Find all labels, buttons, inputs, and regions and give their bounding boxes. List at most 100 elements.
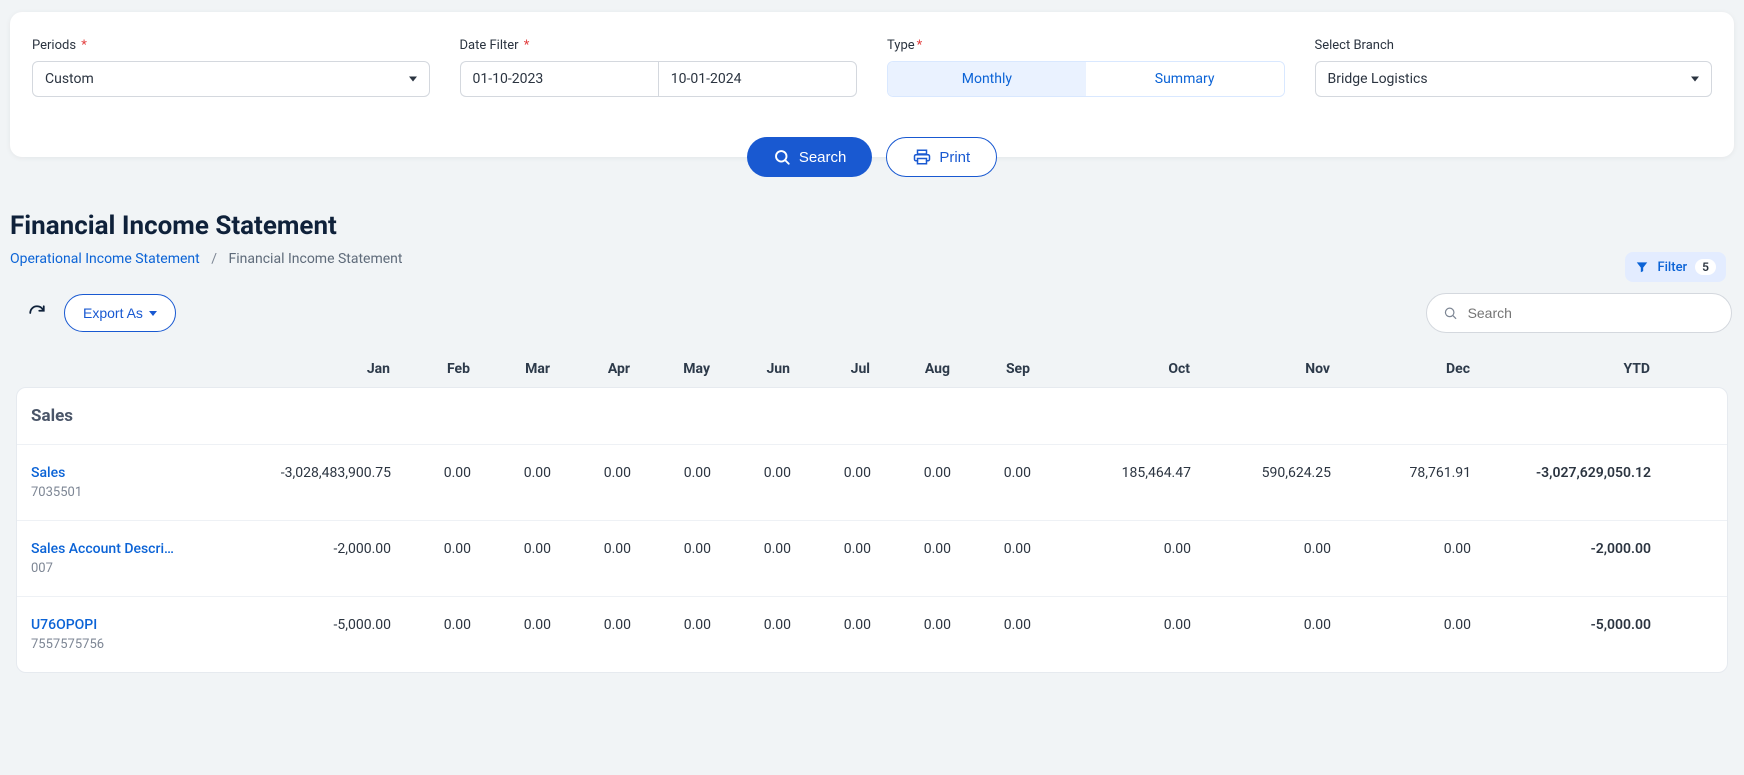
chevron-down-icon <box>409 77 417 82</box>
row-code: 7035501 <box>31 485 231 500</box>
cell-nov: 0.00 <box>1191 541 1331 557</box>
branch-select[interactable]: Bridge Logistics <box>1315 61 1713 97</box>
row-name-link[interactable]: Sales <box>31 465 231 481</box>
cell-mar: 0.00 <box>471 465 551 481</box>
cell-aug: 0.00 <box>871 541 951 557</box>
col-jun: Jun <box>710 361 790 377</box>
cell-mar: 0.00 <box>471 541 551 557</box>
funnel-icon <box>1635 260 1649 274</box>
cell-ytd: -2,000.00 <box>1471 541 1651 557</box>
required-marker: * <box>917 38 923 53</box>
cell-aug: 0.00 <box>871 617 951 633</box>
cell-oct: 0.00 <box>1031 541 1191 557</box>
date-to-input[interactable]: 10-01-2024 <box>658 61 857 97</box>
type-toggle: Monthly Summary <box>887 61 1285 97</box>
type-label: Type* <box>887 38 1285 53</box>
toolbar: Export As <box>0 267 1744 333</box>
cell-dec: 78,761.91 <box>1331 465 1471 481</box>
type-option-monthly[interactable]: Monthly <box>888 62 1086 96</box>
cell-ytd: -3,027,629,050.12 <box>1471 465 1651 481</box>
cell-dec: 0.00 <box>1331 541 1471 557</box>
cell-sep: 0.00 <box>951 617 1031 633</box>
cell-oct: 185,464.47 <box>1031 465 1191 481</box>
cell-feb: 0.00 <box>391 541 471 557</box>
cell-jan: -2,000.00 <box>231 541 391 557</box>
col-dec: Dec <box>1330 361 1470 377</box>
datefilter-group: Date Filter * 01-10-2023 10-01-2024 <box>460 38 858 97</box>
periods-label: Periods * <box>32 38 430 53</box>
filter-card: Periods * Custom Date Filter * 01-10-202… <box>10 12 1734 157</box>
refresh-icon <box>28 304 46 322</box>
col-blank <box>30 361 230 377</box>
cell-feb: 0.00 <box>391 617 471 633</box>
breadcrumb-separator: / <box>211 251 217 267</box>
search-button[interactable]: Search <box>747 137 873 177</box>
row-code: 7557575756 <box>31 637 231 652</box>
periods-group: Periods * Custom <box>32 38 430 97</box>
col-oct: Oct <box>1030 361 1190 377</box>
col-jan: Jan <box>230 361 390 377</box>
cell-apr: 0.00 <box>551 617 631 633</box>
printer-icon <box>913 148 931 166</box>
type-option-summary[interactable]: Summary <box>1086 62 1284 96</box>
datefilter-label: Date Filter * <box>460 38 858 53</box>
export-as-button[interactable]: Export As <box>64 294 176 332</box>
print-button[interactable]: Print <box>886 137 997 177</box>
cell-jul: 0.00 <box>791 541 871 557</box>
filter-count-badge: 5 <box>1695 259 1716 275</box>
cell-dec: 0.00 <box>1331 617 1471 633</box>
date-from-input[interactable]: 01-10-2023 <box>460 61 658 97</box>
chevron-down-icon <box>1691 77 1699 82</box>
col-mar: Mar <box>470 361 550 377</box>
table-row: Sales 7035501 -3,028,483,900.75 0.00 0.0… <box>17 445 1727 521</box>
table-card: Sales Sales 7035501 -3,028,483,900.75 0.… <box>16 387 1728 673</box>
row-name-link[interactable]: U76OPOPI <box>31 617 231 633</box>
table-row: Sales Account Descri… 007 -2,000.00 0.00… <box>17 521 1727 597</box>
col-ytd: YTD <box>1470 361 1650 377</box>
type-group: Type* Monthly Summary <box>887 38 1285 97</box>
cell-aug: 0.00 <box>871 465 951 481</box>
cell-feb: 0.00 <box>391 465 471 481</box>
cell-apr: 0.00 <box>551 541 631 557</box>
cell-sep: 0.00 <box>951 465 1031 481</box>
breadcrumb-current: Financial Income Statement <box>229 251 403 267</box>
row-name-link[interactable]: Sales Account Descri… <box>31 541 231 557</box>
breadcrumb-link-operational[interactable]: Operational Income Statement <box>10 251 200 267</box>
chevron-down-icon <box>149 311 157 316</box>
periods-select[interactable]: Custom <box>32 61 430 97</box>
cell-mar: 0.00 <box>471 617 551 633</box>
cell-may: 0.00 <box>631 541 711 557</box>
page-title: Financial Income Statement <box>10 211 1734 241</box>
section-sales: Sales <box>17 388 1727 445</box>
cell-jun: 0.00 <box>711 541 791 557</box>
col-sep: Sep <box>950 361 1030 377</box>
cell-jul: 0.00 <box>791 465 871 481</box>
cell-nov: 590,624.25 <box>1191 465 1331 481</box>
filter-chip[interactable]: Filter 5 <box>1625 252 1726 282</box>
cell-sep: 0.00 <box>951 541 1031 557</box>
cell-ytd: -5,000.00 <box>1471 617 1651 633</box>
table-header-row: Jan Feb Mar Apr May Jun Jul Aug Sep Oct … <box>16 355 1728 383</box>
search-input[interactable] <box>1468 305 1715 321</box>
required-marker: * <box>81 38 87 53</box>
cell-apr: 0.00 <box>551 465 631 481</box>
income-table: Jan Feb Mar Apr May Jun Jul Aug Sep Oct … <box>0 333 1744 673</box>
cell-jul: 0.00 <box>791 617 871 633</box>
col-jul: Jul <box>790 361 870 377</box>
branch-group: Select Branch Bridge Logistics <box>1315 38 1713 97</box>
col-apr: Apr <box>550 361 630 377</box>
col-feb: Feb <box>390 361 470 377</box>
search-icon <box>1443 305 1458 321</box>
cell-may: 0.00 <box>631 465 711 481</box>
row-code: 007 <box>31 561 231 576</box>
refresh-button[interactable] <box>26 302 48 324</box>
col-nov: Nov <box>1190 361 1330 377</box>
table-row: U76OPOPI 7557575756 -5,000.00 0.00 0.00 … <box>17 597 1727 672</box>
col-may: May <box>630 361 710 377</box>
search-field[interactable] <box>1426 293 1732 333</box>
cell-jun: 0.00 <box>711 465 791 481</box>
cell-oct: 0.00 <box>1031 617 1191 633</box>
cell-jan: -5,000.00 <box>231 617 391 633</box>
branch-label: Select Branch <box>1315 38 1713 53</box>
cell-may: 0.00 <box>631 617 711 633</box>
